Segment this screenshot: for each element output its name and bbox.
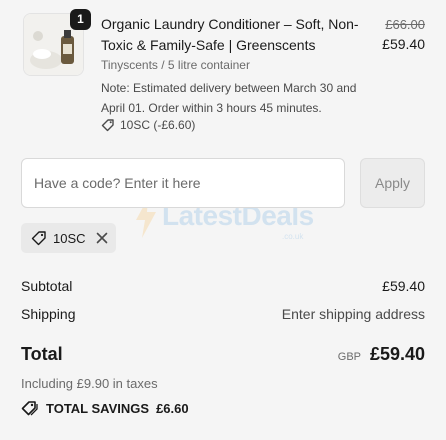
total-label: Total: [21, 344, 63, 364]
discount-code-input[interactable]: [21, 158, 345, 208]
original-price: £66.00: [385, 17, 425, 32]
item-discount-text: 10SC (-£6.60): [120, 118, 196, 132]
watermark-sub: .co.uk: [282, 232, 304, 241]
currency-code: GBP: [337, 351, 361, 363]
applied-code-label: 10SC: [53, 230, 86, 246]
subtotal-label: Subtotal: [21, 278, 73, 294]
close-icon: [96, 232, 107, 244]
subtotal-value: £59.40: [382, 278, 425, 294]
product-title: Organic Laundry Conditioner – Soft, Non-…: [101, 16, 359, 53]
product-variant: Tinyscents / 5 litre container: [101, 58, 250, 72]
shipping-label: Shipping: [21, 306, 76, 322]
total-savings: TOTAL SAVINGS £6.60: [21, 400, 189, 416]
shipping-value: Enter shipping address: [281, 306, 425, 322]
savings-value: £6.60: [156, 400, 189, 416]
remove-discount-button[interactable]: [96, 232, 108, 244]
tag-icon: [31, 231, 46, 246]
discounted-price: £59.40: [382, 36, 425, 52]
savings-tag-icon: [21, 401, 38, 416]
item-discount: 10SC (-£6.60): [101, 118, 195, 132]
order-line-item: 1 Organic Laundry Conditioner – Soft, No…: [0, 0, 446, 150]
savings-label: TOTAL SAVINGS: [46, 400, 150, 416]
applied-discount-chip: 10SC: [21, 223, 116, 253]
tag-icon: [101, 119, 114, 132]
delivery-note: Note: Estimated delivery between March 3…: [101, 81, 357, 115]
apply-button[interactable]: Apply: [360, 158, 425, 208]
taxes-note: Including £9.90 in taxes: [21, 376, 158, 391]
quantity-badge: 1: [70, 9, 91, 30]
total-value: £59.40: [369, 344, 425, 364]
